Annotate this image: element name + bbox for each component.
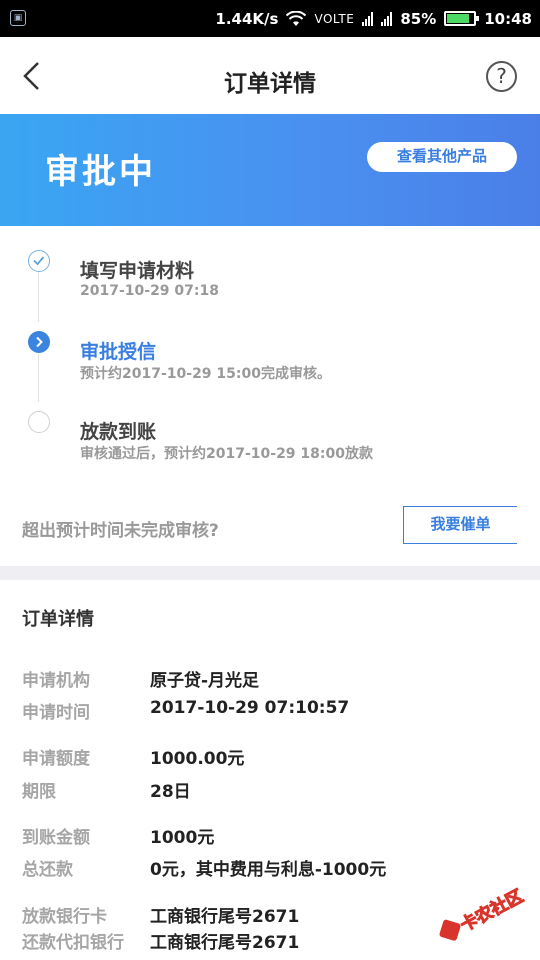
help-icon[interactable]: ?: [486, 61, 517, 92]
volte-label: VOLTE: [314, 11, 355, 26]
step-done-icon: [28, 250, 50, 272]
detail-label: 申请时间: [22, 703, 90, 723]
detail-label: 期限: [22, 782, 56, 802]
step-title: 放款到账: [80, 421, 157, 443]
network-speed: 1.44K/s: [215, 9, 279, 28]
status-bar: ▣ 1.44K/s VOLTE 85% 10:48: [0, 0, 540, 37]
approval-status: 审批中: [45, 152, 156, 192]
detail-label: 到账金额: [22, 828, 90, 848]
step-active-icon: [28, 331, 50, 353]
step-pending-icon: [28, 411, 50, 433]
signal-icon: [381, 11, 393, 26]
nav-bar: 订单详情 ?: [0, 37, 540, 114]
urge-order-button[interactable]: 我要催单: [403, 506, 517, 544]
status-banner: 审批中 查看其他产品: [0, 114, 540, 226]
detail-row: 申请额度 1000.00元: [0, 744, 540, 770]
detail-value: 工商银行尾号2671: [150, 933, 300, 953]
detail-label: 还款代扣银行: [22, 933, 124, 953]
timeline-line: [38, 354, 39, 402]
detail-value: 2017-10-29 07:10:57: [150, 698, 350, 718]
detail-label: 申请机构: [22, 671, 90, 691]
detail-row: 总还款 0元，其中费用与利息-1000元: [0, 855, 540, 881]
step-title: 审批授信: [80, 341, 157, 363]
step-subtitle: 2017-10-29 07:18: [80, 283, 219, 299]
step-subtitle: 预计约2017-10-29 15:00完成审核。: [80, 366, 331, 382]
step-title: 填写申请材料: [80, 260, 195, 282]
detail-row: 到账金额 1000元: [0, 823, 540, 849]
clock: 10:48: [484, 9, 532, 28]
battery-percent: 85%: [400, 9, 437, 28]
battery-icon: [444, 11, 480, 26]
detail-label: 总还款: [22, 860, 73, 880]
wifi-icon: [286, 10, 307, 26]
watermark-text: 卡农社区: [457, 886, 527, 937]
detail-row: 申请时间 2017-10-29 07:10:57: [0, 698, 540, 724]
detail-value: 原子贷-月光足: [150, 671, 260, 691]
app-notification-icon: ▣: [10, 10, 26, 26]
page-title: 订单详情: [224, 71, 316, 97]
section-divider: [0, 566, 540, 580]
detail-value: 工商银行尾号2671: [150, 907, 300, 927]
detail-label: 申请额度: [22, 749, 90, 769]
detail-value: 1000元: [150, 828, 215, 848]
details-title: 订单详情: [22, 609, 94, 630]
timeline-line: [38, 272, 39, 322]
detail-row: 申请机构 原子贷-月光足: [0, 666, 540, 692]
signal-icon: [362, 11, 374, 26]
view-other-products-button[interactable]: 查看其他产品: [367, 142, 517, 172]
overdue-prompt: 超出预计时间未完成审核?: [22, 521, 219, 541]
detail-value: 28日: [150, 782, 191, 802]
detail-value: 0元，其中费用与利息-1000元: [150, 860, 387, 880]
detail-value: 1000.00元: [150, 749, 245, 769]
step-subtitle: 审核通过后，预计约2017-10-29 18:00放款: [80, 446, 373, 462]
detail-label: 放款银行卡: [22, 907, 107, 927]
detail-row: 期限 28日: [0, 777, 540, 803]
